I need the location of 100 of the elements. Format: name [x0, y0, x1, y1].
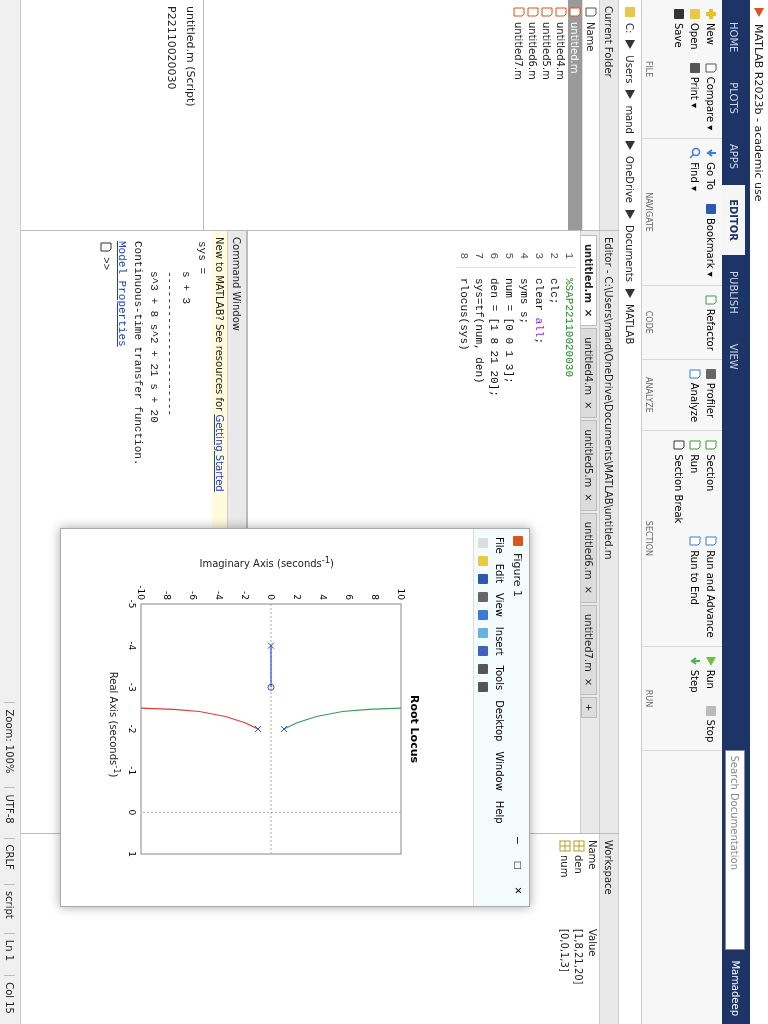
command-prompt[interactable]: >>	[100, 257, 112, 271]
ribbon-tab[interactable]: VIEW	[722, 329, 745, 384]
close-button[interactable]: ×	[511, 881, 525, 900]
minimize-button[interactable]: –	[511, 831, 525, 850]
status-item: Col 15	[4, 975, 16, 1014]
model-properties-link[interactable]: Model Properties	[116, 241, 128, 347]
path-segment[interactable]: MATLAB	[624, 304, 636, 345]
status-item: script	[4, 883, 16, 919]
ribbon-tab[interactable]: EDITOR	[722, 185, 745, 256]
ribbon-button[interactable]: Stop	[704, 702, 718, 745]
toolbar-icon	[477, 645, 489, 657]
file-row[interactable]: untitled7.m	[512, 0, 526, 230]
line-number: 3	[532, 251, 546, 261]
ribbon-button[interactable]: Run to End	[688, 533, 702, 640]
pole-marker	[280, 725, 288, 733]
ribbon-tab[interactable]: PUBLISH	[722, 257, 745, 328]
user-name[interactable]: Mamadeep	[730, 960, 741, 1016]
line-number: 7	[472, 251, 486, 261]
ribbon-button[interactable]: Compare ▾	[704, 59, 718, 133]
chevron-icon	[624, 88, 636, 101]
tick-label: -4	[126, 640, 137, 650]
group-label: NAVIGATE	[644, 191, 653, 234]
variable-name[interactable]: num	[559, 840, 571, 929]
line-number: 1	[562, 251, 576, 261]
getting-started-link[interactable]: Getting Started	[214, 414, 225, 492]
group-label: FILE	[644, 59, 653, 80]
script-file-icon	[569, 6, 581, 18]
pole-marker	[267, 641, 275, 649]
chevron-icon	[624, 207, 636, 220]
ribbon-button[interactable]: Print ▾	[688, 59, 702, 133]
output-line: s + 3	[180, 270, 192, 304]
maximize-button[interactable]: □	[511, 855, 525, 875]
file-tab[interactable]: untitled6.m ×	[581, 512, 597, 603]
search-field[interactable]: Search Documentation	[725, 750, 745, 951]
ribbon-button[interactable]: Section Break	[672, 437, 686, 526]
ribbon-button[interactable]: Profiler	[704, 365, 718, 425]
line-number: 5	[502, 251, 516, 261]
ribbon-button[interactable]: Save	[672, 6, 686, 52]
grid-icon	[559, 840, 571, 852]
file-tab[interactable]: untitled.m ×	[581, 235, 597, 327]
file-tab[interactable]: untitled4.m ×	[581, 328, 597, 419]
ribbon-button[interactable]: Run	[704, 652, 718, 695]
ribbon-tab[interactable]: APPS	[722, 129, 745, 184]
add-tab-button[interactable]: +	[581, 697, 597, 718]
path-segment[interactable]: C:	[624, 23, 636, 34]
line-number: 2	[547, 251, 561, 261]
document-icon	[705, 439, 717, 452]
ribbon-button[interactable]: Section	[704, 437, 718, 526]
column-header[interactable]: Name	[587, 840, 598, 929]
line-number: 4	[517, 251, 531, 261]
chart-title: Root Locus	[407, 694, 421, 763]
ribbon-button[interactable]: Find ▾	[688, 145, 702, 193]
ribbon-button[interactable]: New	[704, 6, 718, 52]
column-header[interactable]: Name	[585, 22, 597, 52]
close-tab-button[interactable]: ×	[583, 677, 594, 687]
close-tab-button[interactable]: ×	[583, 493, 594, 502]
path-segment[interactable]: Documents	[624, 224, 636, 282]
document-icon	[689, 367, 701, 380]
window-title: MATLAB R2023b - academic use	[752, 24, 766, 202]
ribbon-tab[interactable]: HOME	[722, 8, 745, 67]
locus-line	[270, 644, 272, 688]
group-label: SECTION	[644, 519, 653, 559]
ribbon-button[interactable]: Refactor	[704, 291, 718, 353]
step-icon	[689, 654, 701, 667]
ribbon-button[interactable]: Analyze	[688, 365, 702, 425]
file-row[interactable]: untitled5.m	[540, 0, 554, 230]
ribbon-button[interactable]: Go To	[704, 145, 718, 193]
ribbon-button[interactable]: Step	[688, 652, 702, 695]
output-line: s^3 + 8 s^2 + 21 s + 20	[148, 270, 160, 423]
file-row[interactable]: untitled6.m	[526, 0, 540, 230]
file-tab[interactable]: untitled5.m ×	[581, 420, 597, 511]
tick-label: -3	[126, 682, 137, 692]
document-icon	[689, 535, 701, 548]
tick-label: -2	[126, 724, 137, 734]
ribbon-button[interactable]: Bookmark ▾	[704, 200, 718, 279]
variable-name[interactable]: den	[573, 840, 585, 929]
status-item: Ln 1	[4, 932, 16, 962]
ribbon-button[interactable]: Open	[688, 6, 702, 52]
file-row[interactable]: untitled4.m	[554, 0, 568, 230]
group-label: ANALYZE	[644, 376, 653, 415]
variable-value: [0,0,1,3]	[559, 929, 571, 974]
ribbon-button[interactable]: Run and Advance	[704, 533, 718, 640]
toolbar-icon	[477, 555, 489, 567]
ribbon-button[interactable]: Run	[688, 437, 702, 526]
column-header[interactable]: Value	[587, 929, 598, 1018]
file-tab[interactable]: untitled7.m ×	[581, 604, 597, 696]
close-tab-button[interactable]: ×	[583, 401, 594, 410]
close-tab-button[interactable]: ×	[583, 585, 594, 594]
grid-icon	[573, 840, 585, 852]
zero-marker	[267, 683, 275, 691]
ribbon-tab[interactable]: PLOTS	[722, 68, 745, 128]
path-segment[interactable]: OneDrive	[624, 155, 636, 203]
status-item: CRLF	[4, 837, 16, 870]
line-number: 6	[487, 251, 501, 261]
document-icon	[705, 293, 717, 306]
toolbar-icon	[477, 627, 489, 639]
path-segment[interactable]: Users	[624, 55, 636, 84]
document-icon	[673, 439, 685, 452]
path-segment[interactable]: mand	[624, 105, 636, 134]
close-tab-button[interactable]: ×	[583, 308, 594, 318]
